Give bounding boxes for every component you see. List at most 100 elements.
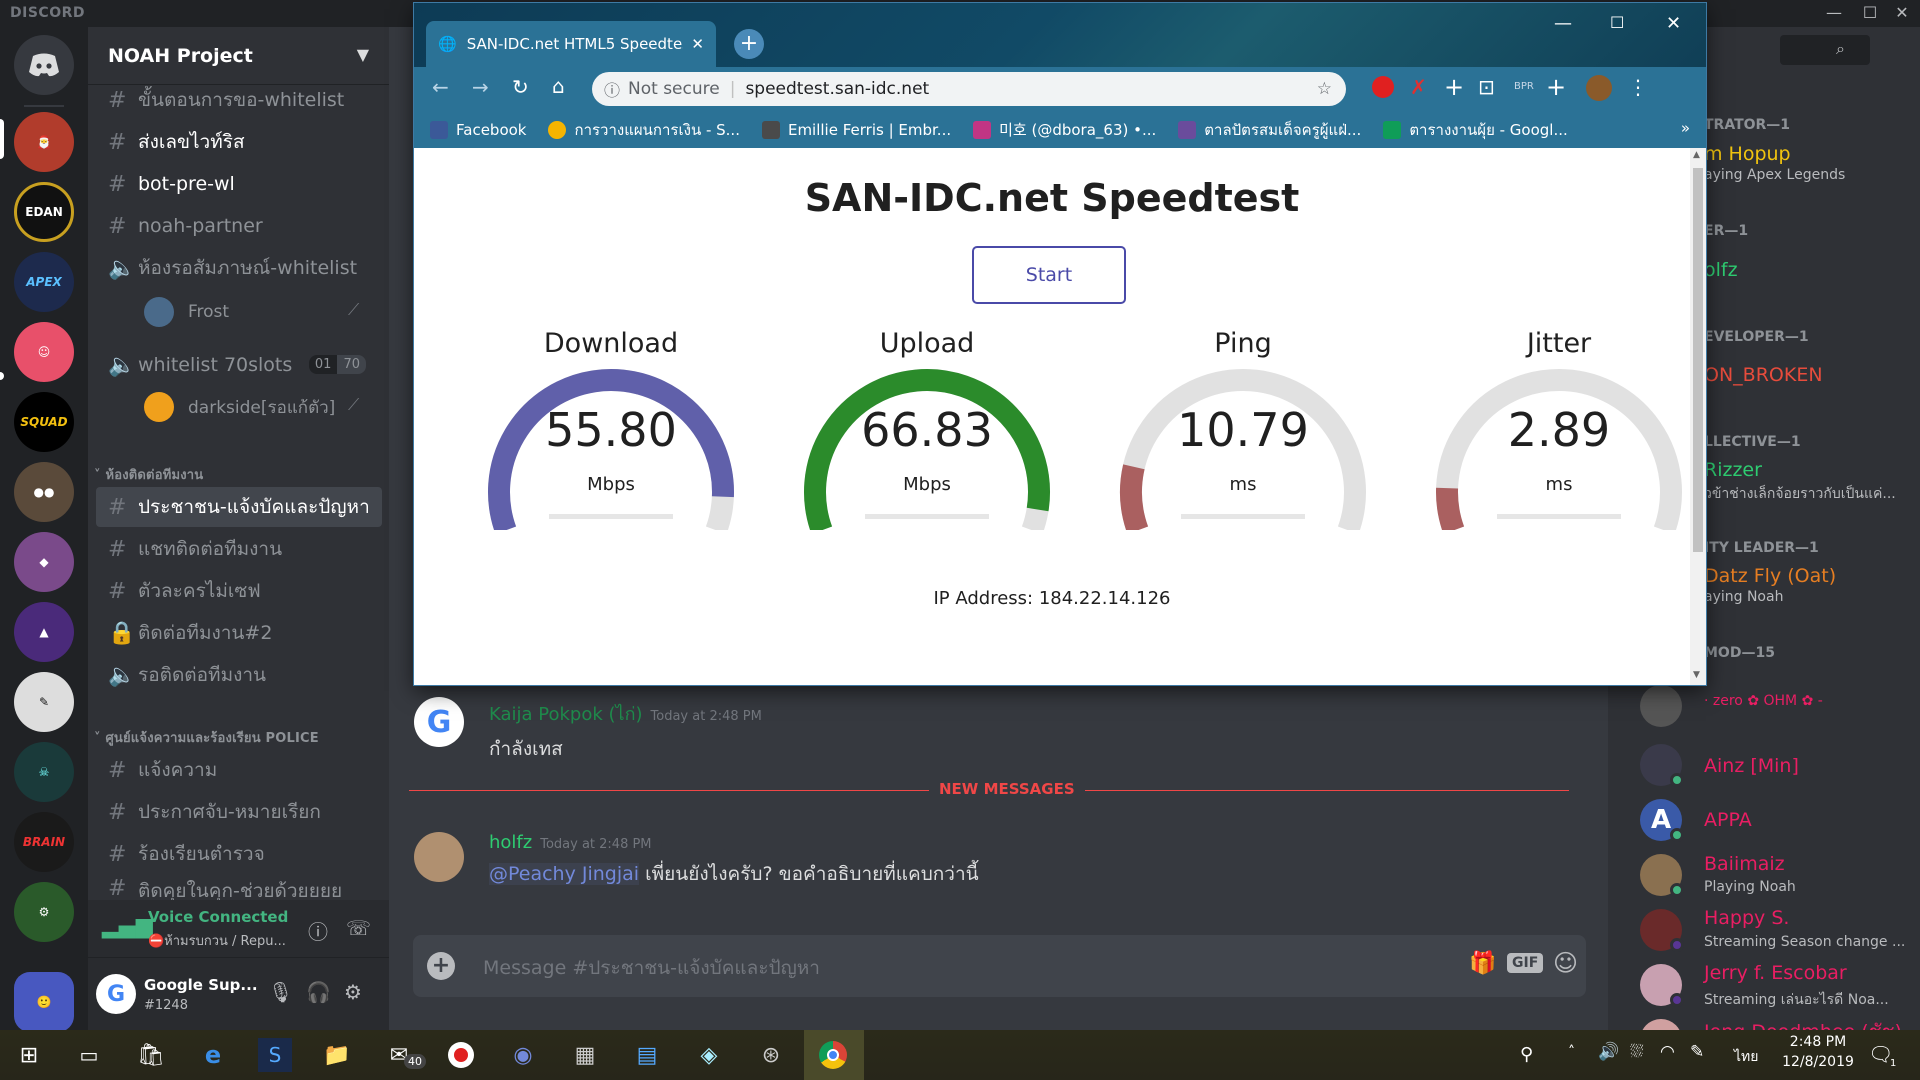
avatar[interactable] — [1640, 1019, 1682, 1030]
close-icon[interactable]: ✕ — [1666, 13, 1681, 34]
scroll-up-icon[interactable]: ▲ — [1693, 150, 1700, 160]
home-discord-icon[interactable] — [14, 35, 74, 95]
adblock-extension-icon[interactable] — [1372, 76, 1394, 98]
message-input[interactable]: Message #ประชาชน-แจ้งบัคและปัญหา — [483, 953, 820, 983]
url-text[interactable]: speedtest.san-idc.net — [745, 79, 929, 99]
wifi-icon[interactable]: ◠ — [1660, 1042, 1675, 1062]
channel-item[interactable]: # ส่งเลขไวท์ริส — [96, 122, 382, 162]
upload-plus-icon[interactable]: + — [427, 952, 455, 980]
gear-icon[interactable]: ⚙ — [344, 980, 362, 1004]
message-author[interactable]: holfz — [489, 832, 532, 853]
plus-extension-icon[interactable]: + — [1546, 73, 1566, 101]
maximize-icon[interactable]: ☐ — [1858, 3, 1882, 23]
gift-icon[interactable]: 🎁 — [1469, 951, 1496, 976]
member-name[interactable]: APPA — [1704, 809, 1752, 831]
gif-button[interactable]: GIF — [1507, 953, 1544, 973]
member-name[interactable]: olfz — [1704, 259, 1738, 281]
bpr-extension-icon[interactable]: BPR — [1514, 81, 1534, 92]
member-name[interactable]: Ainz [Min] — [1704, 755, 1799, 777]
voice-user[interactable]: Frost — [144, 297, 229, 327]
emoji-icon[interactable]: ☺ — [1553, 949, 1578, 977]
channel-item[interactable]: # ขั้นตอนการขอ-whitelist — [96, 80, 382, 120]
bookmark[interactable]: Facebook — [430, 120, 526, 139]
menu-dots-icon[interactable]: ⋮ — [1628, 75, 1648, 99]
server-icon-friends[interactable]: ●● — [14, 462, 74, 522]
app-icon[interactable]: ◈ — [692, 1038, 726, 1072]
server-icon-anime[interactable]: ☺ — [14, 322, 74, 382]
channel-item[interactable]: 🔒 ติดต่อทีมงาน#2 — [96, 613, 382, 653]
category-header[interactable]: ˅ ศูนย์แจ้งความและร้องเรียน POLICE — [94, 727, 319, 748]
page-scrollbar[interactable]: ▲ ▼ — [1690, 148, 1706, 685]
file-explorer-icon[interactable]: 📁 — [320, 1038, 354, 1072]
extension-icon[interactable]: ✗ — [1410, 75, 1427, 99]
server-icon-skull[interactable]: ☠ — [14, 742, 74, 802]
server-icon-folder[interactable]: 🙂 — [14, 972, 74, 1032]
maximize-icon[interactable]: ☐ — [1610, 13, 1624, 32]
message-composer[interactable]: + Message #ประชาชน-แจ้งบัคและปัญหา 🎁 GIF… — [413, 935, 1586, 997]
server-icon-sketch[interactable]: ✎ — [14, 672, 74, 732]
member-name[interactable]: m Hopup — [1704, 143, 1791, 165]
channel-item[interactable]: # noah-partner — [96, 206, 382, 246]
pen-icon[interactable]: ✎ — [1690, 1042, 1704, 1062]
star-icon[interactable]: ☆ — [1317, 79, 1332, 99]
bookmark[interactable]: การวางแผนการเงิน - S... — [548, 118, 740, 142]
avatar[interactable] — [414, 832, 464, 882]
member-name[interactable]: Happy S. — [1704, 907, 1789, 929]
new-tab-button[interactable]: + — [734, 29, 764, 59]
app-icon[interactable]: ▦ — [568, 1038, 602, 1072]
edge-icon[interactable]: e — [196, 1038, 230, 1072]
close-tab-icon[interactable]: ✕ — [691, 35, 704, 53]
bookmark[interactable]: Emillie Ferris | Embr... — [761, 120, 951, 139]
close-icon[interactable]: ✕ — [1890, 3, 1914, 23]
voice-channel-name[interactable]: ⛔ห้ามรบกวน / Repu... — [148, 930, 286, 951]
server-icon-community[interactable]: EDAN — [14, 182, 74, 242]
forward-icon[interactable]: → — [472, 75, 489, 99]
channel-item-active[interactable]: # ประชาชน-แจ้งบัคและปัญหา — [96, 487, 382, 527]
channel-item[interactable]: # ประกาศจับ-หมายเรียก — [96, 792, 382, 832]
network-icon[interactable]: ⛆ — [1630, 1042, 1644, 1062]
microphone-icon[interactable]: 🎙 — [268, 980, 293, 1004]
member-name[interactable]: · zero ✿ OHM ✿ - — [1704, 693, 1823, 709]
task-view-icon[interactable]: ▭ — [72, 1038, 106, 1072]
voice-status[interactable]: Voice Connected — [148, 908, 288, 926]
server-icon-serious[interactable]: ⚙ — [14, 882, 74, 942]
channel-item[interactable]: # แชทติดต่อทีมงาน — [96, 529, 382, 569]
back-icon[interactable]: ← — [432, 75, 449, 99]
voice-channel-item[interactable]: 🔈 whitelist 70slots 01 70 — [96, 345, 382, 385]
profile-avatar[interactable] — [1586, 75, 1612, 101]
user-mention[interactable]: @Peachy Jingjai — [489, 863, 640, 885]
member-name[interactable]: Rizzer — [1704, 459, 1762, 481]
language-indicator[interactable]: ไทย — [1734, 1046, 1758, 1068]
clock-date[interactable]: 12/8/2019 — [1770, 1054, 1866, 1070]
member-name[interactable]: Datz Fly (Oat) — [1704, 565, 1836, 587]
address-bar[interactable]: ⓘ Not secure | speedtest.san-idc.net ☆ — [592, 72, 1346, 106]
channel-item[interactable]: # ร้องเรียนตำรวจ — [96, 834, 382, 874]
voice-channel-item[interactable]: 🔈 รอติดต่อทีมงาน — [96, 655, 382, 695]
server-icon-pubg[interactable]: ◆ — [14, 532, 74, 592]
search-icon[interactable]: ⌕ — [1836, 39, 1845, 59]
category-header[interactable]: ˅ ห้องติดต่อทีมงาน — [94, 464, 203, 485]
chevron-down-icon[interactable]: ▼ — [357, 45, 369, 64]
clock-time[interactable]: 2:48 PM — [1778, 1034, 1858, 1050]
member-name[interactable]: ON_BROKEN — [1704, 364, 1823, 386]
message-author[interactable]: Kaija Pokpok (ไก่) — [489, 704, 643, 725]
info-icon[interactable]: ⓘ — [604, 77, 620, 101]
member-name[interactable]: Jerry f. Escobar — [1704, 962, 1847, 984]
vr-extension-icon[interactable]: ⊡ — [1478, 75, 1495, 99]
member-name[interactable]: Baiimaiz — [1704, 853, 1785, 875]
bookmark[interactable]: ตารางงานผุ้ย - Googl... — [1383, 118, 1568, 142]
record-icon[interactable] — [444, 1038, 478, 1072]
search-input[interactable] — [1780, 35, 1870, 65]
info-icon[interactable]: ⓘ — [308, 916, 328, 945]
windows-start-icon[interactable]: ⊞ — [12, 1038, 46, 1072]
steam-icon[interactable]: ⊛ — [754, 1038, 788, 1072]
avatar[interactable]: G — [414, 697, 464, 747]
scrollbar-thumb[interactable] — [1693, 168, 1703, 552]
app-icon[interactable]: S — [258, 1038, 292, 1072]
server-icon-noah[interactable]: 🎅 — [14, 112, 74, 172]
channel-item[interactable]: # แจ้งความ — [96, 750, 382, 790]
volume-icon[interactable]: 🔊 — [1598, 1042, 1619, 1062]
bookmark[interactable]: ตาลปัตรสมเด็จครูผู้แฝ่... — [1178, 118, 1361, 142]
disconnect-icon[interactable]: ☏ — [346, 916, 371, 940]
scroll-down-icon[interactable]: ▼ — [1693, 670, 1700, 680]
